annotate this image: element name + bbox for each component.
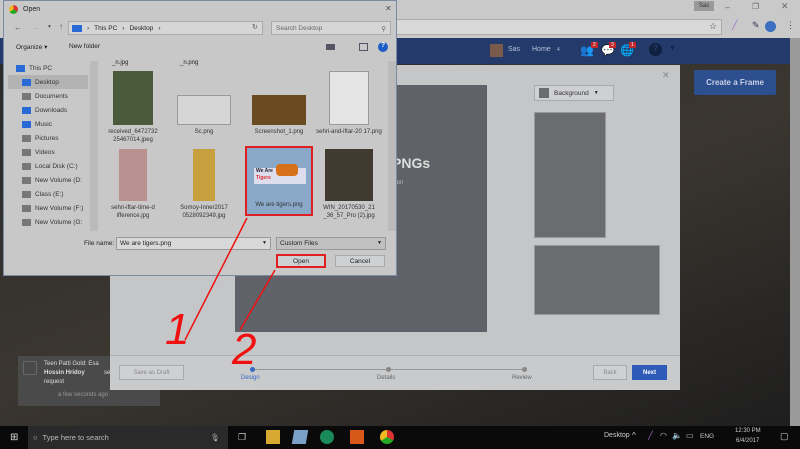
annotation-arrows: [184, 217, 276, 341]
language-indicator[interactable]: ENG: [700, 433, 714, 440]
battery-icon[interactable]: ▭: [686, 431, 694, 440]
search-placeholder: Type here to search: [42, 433, 109, 442]
arrow-1: [184, 217, 248, 341]
taskbar-search[interactable]: ○ Type here to search 🎙: [28, 426, 228, 449]
task-view-icon[interactable]: ❐: [238, 432, 246, 443]
arrow-2: [239, 269, 276, 331]
windows-start-icon[interactable]: ⊞: [10, 432, 18, 443]
notepad-icon[interactable]: [291, 430, 309, 444]
chrome-taskbar-icon[interactable]: [380, 430, 394, 444]
app-icon[interactable]: [320, 430, 334, 444]
action-center-icon[interactable]: ▢: [780, 431, 789, 442]
cortana-icon: ○: [33, 433, 38, 442]
desktop-toolbar[interactable]: Desktop: [604, 432, 630, 439]
annotation-1: 1: [165, 305, 190, 354]
pen-icon[interactable]: ╱: [648, 431, 653, 440]
annotation-2: 2: [232, 325, 257, 374]
microphone-icon[interactable]: 🎙: [210, 433, 228, 442]
tray-chevron-icon[interactable]: ^: [632, 431, 636, 440]
clock-time[interactable]: 12:30 PM: [735, 428, 761, 434]
taskbar: ⊞ ○ Type here to search 🎙 ❐ Desktop ^ ╱ ◠ …: [0, 426, 800, 449]
media-app-icon[interactable]: [350, 430, 364, 444]
file-explorer-icon[interactable]: [266, 430, 280, 444]
wifi-icon[interactable]: ◠: [660, 431, 667, 440]
volume-icon[interactable]: 🔈: [672, 431, 682, 440]
clock-date[interactable]: 6/4/2017: [736, 438, 759, 444]
